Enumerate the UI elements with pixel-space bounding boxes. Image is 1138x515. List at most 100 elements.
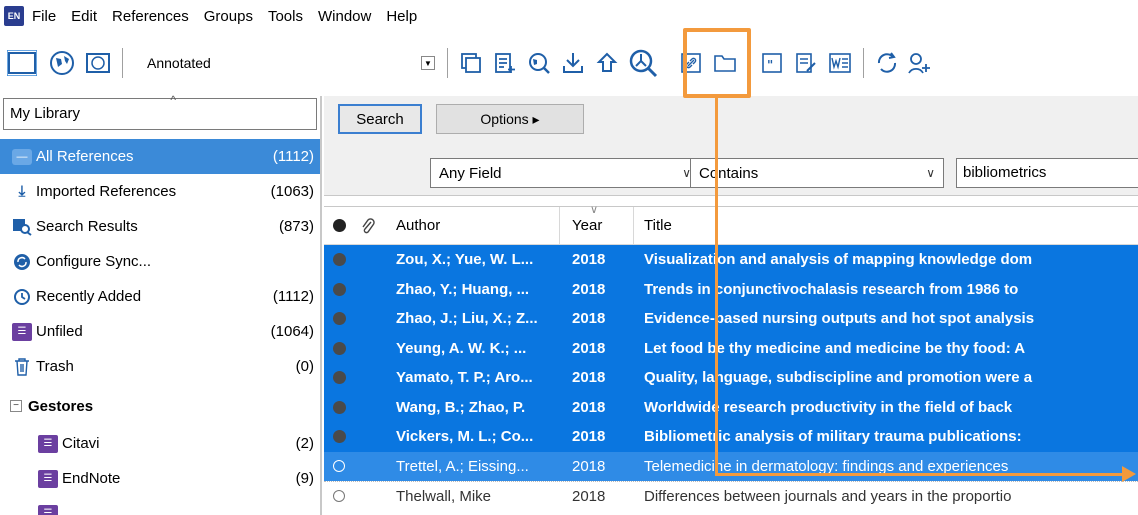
group-name: Search Results bbox=[36, 218, 138, 235]
menu-tools[interactable]: Tools bbox=[268, 8, 303, 25]
row-author: Vickers, M. L.; Co... bbox=[396, 428, 534, 446]
attachment-column-header[interactable] bbox=[354, 217, 382, 235]
search-operator-select[interactable]: Contains ∨ bbox=[690, 158, 944, 188]
author-column-header[interactable]: Author bbox=[382, 206, 560, 245]
collapse-caret-icon[interactable]: ^ bbox=[170, 93, 176, 107]
table-row[interactable]: Zou, X.; Yue, W. L... 2018 Visualization… bbox=[324, 245, 1138, 275]
open-file-icon[interactable] bbox=[708, 47, 742, 79]
import-icon: ⤓ bbox=[18, 183, 26, 200]
open-link-icon[interactable] bbox=[674, 47, 708, 79]
table-row[interactable]: Wang, B.; Zhao, P. 2018 Worldwide resear… bbox=[324, 392, 1138, 422]
sync-icon bbox=[12, 252, 32, 272]
export-icon[interactable] bbox=[590, 47, 624, 79]
menu-references[interactable]: References bbox=[112, 8, 189, 25]
table-row[interactable]: Zhao, J.; Liu, X.; Z... 2018 Evidence-ba… bbox=[324, 304, 1138, 334]
menu-window[interactable]: Window bbox=[318, 8, 371, 25]
group-set-gestores[interactable]: − Gestores bbox=[0, 386, 320, 426]
row-author: Yamato, T. P.; Aro... bbox=[396, 369, 533, 387]
toolbar-separator bbox=[748, 48, 749, 78]
sync-icon[interactable] bbox=[870, 47, 904, 79]
local-library-mode-icon[interactable] bbox=[0, 47, 44, 79]
table-row[interactable]: Yeung, A. W. K.; ... 2018 Let food be th… bbox=[324, 333, 1138, 363]
row-author: Thelwall, Mike bbox=[396, 487, 492, 505]
toolbar-separator bbox=[863, 48, 864, 78]
row-year: 2018 bbox=[572, 398, 606, 416]
table-row[interactable]: Thelwall, Mike 2018 Differences between … bbox=[324, 481, 1138, 511]
options-button[interactable]: Options ▸ bbox=[436, 104, 584, 134]
group-name: Unfiled bbox=[36, 323, 83, 340]
group-icon: ☰ bbox=[38, 504, 58, 515]
read-status-icon bbox=[332, 219, 346, 232]
library-select[interactable]: My Library ^ bbox=[3, 93, 317, 130]
group-all-references[interactable]: — All References (1112) bbox=[0, 139, 320, 174]
group-select-value: Annotated bbox=[147, 55, 211, 71]
row-year: 2018 bbox=[572, 280, 606, 298]
menu-edit[interactable]: Edit bbox=[71, 8, 97, 25]
share-user-icon[interactable] bbox=[904, 47, 934, 79]
toolbar-separator bbox=[447, 48, 448, 78]
insert-citation-icon[interactable]: " bbox=[755, 47, 789, 79]
group-search-results[interactable]: Search Results (873) bbox=[0, 209, 320, 244]
toolbar: Annotated ▼ " bbox=[0, 42, 1138, 84]
group-trash[interactable]: Trash (0) bbox=[0, 349, 320, 384]
search-button[interactable]: Search bbox=[338, 104, 422, 134]
group-endnote[interactable]: ☰ EndNote (9) bbox=[0, 461, 320, 496]
search-field-value: Any Field bbox=[439, 164, 502, 182]
table-row[interactable]: Yamato, T. P.; Aro... 2018 Quality, lang… bbox=[324, 363, 1138, 393]
menu-groups[interactable]: Groups bbox=[204, 8, 253, 25]
search-operator-value: Contains bbox=[699, 164, 759, 182]
svg-text:": " bbox=[767, 58, 773, 72]
table-row[interactable]: Trettel, A.; Eissing... 2018 Telemedicin… bbox=[324, 451, 1138, 481]
dropdown-arrow-icon[interactable]: ▼ bbox=[421, 56, 435, 70]
new-reference-icon[interactable] bbox=[488, 47, 522, 79]
group-count: (2) bbox=[295, 435, 314, 452]
group-icon: ☰ bbox=[38, 434, 58, 453]
group-icon: ☰ bbox=[38, 469, 58, 488]
group-name: All References bbox=[36, 148, 134, 165]
word-icon[interactable] bbox=[823, 47, 857, 79]
year-column-header[interactable]: Year bbox=[560, 203, 634, 245]
group-unfiled[interactable]: ☰ Unfiled (1064) bbox=[0, 314, 320, 349]
group-recently-added[interactable]: Recently Added (1112) bbox=[0, 279, 320, 314]
online-search-mode-icon[interactable] bbox=[44, 47, 80, 79]
online-search-icon[interactable] bbox=[522, 47, 556, 79]
row-year: 2018 bbox=[572, 251, 606, 269]
menu-bar: EN File Edit References Groups Tools Win… bbox=[0, 0, 1138, 32]
library-label: My Library bbox=[10, 105, 81, 122]
menu-file[interactable]: File bbox=[32, 8, 56, 25]
import-icon[interactable] bbox=[556, 47, 590, 79]
group-citavi[interactable]: ☰ Citavi (2) bbox=[0, 426, 320, 461]
group-name: Imported References bbox=[36, 183, 177, 200]
table-row[interactable]: Vickers, M. L.; Co... 2018 Bibliometric … bbox=[324, 422, 1138, 452]
collapse-expander-icon[interactable]: − bbox=[10, 400, 22, 412]
title-column-header[interactable]: Title bbox=[634, 207, 1138, 245]
read-dot-icon bbox=[333, 490, 345, 503]
read-status-column-header[interactable] bbox=[324, 219, 354, 232]
format-bibliography-icon[interactable] bbox=[789, 47, 823, 79]
unread-dot-icon bbox=[332, 341, 346, 355]
group-select[interactable]: Annotated ▼ bbox=[133, 48, 441, 78]
search-term-input[interactable]: bibliometrics bbox=[956, 158, 1138, 188]
group-count: (1063) bbox=[270, 183, 314, 200]
copy-formatted-icon[interactable] bbox=[454, 47, 488, 79]
group-set-name: Gestores bbox=[28, 397, 94, 415]
menu-help[interactable]: Help bbox=[386, 8, 417, 25]
group-list: — All References (1112) ⤓ Imported Refer… bbox=[0, 139, 320, 515]
row-author: Trettel, A.; Eissing... bbox=[396, 457, 529, 475]
endnote-logo: EN bbox=[4, 6, 24, 26]
unread-dot-icon bbox=[332, 371, 346, 385]
row-author: Yeung, A. W. K.; ... bbox=[396, 339, 527, 357]
group-name: Trash bbox=[36, 358, 74, 375]
search-field-select[interactable]: Any Field ∨ bbox=[430, 158, 700, 188]
row-author: Zhao, J.; Liu, X.; Z... bbox=[396, 310, 538, 328]
group-configure-sync[interactable]: Configure Sync... bbox=[0, 244, 320, 279]
read-dot-icon bbox=[333, 460, 345, 473]
search-results-icon bbox=[12, 217, 32, 237]
row-author: Zhao, Y.; Huang, ... bbox=[396, 280, 530, 298]
find-full-text-icon[interactable] bbox=[624, 47, 662, 79]
integrated-library-mode-icon[interactable] bbox=[80, 47, 116, 79]
table-row[interactable]: Zhao, Y.; Huang, ... 2018 Trends in conj… bbox=[324, 274, 1138, 304]
unfiled-icon: ☰ bbox=[12, 322, 32, 341]
group-imported-references[interactable]: ⤓ Imported References (1063) bbox=[0, 174, 320, 209]
group-partial[interactable]: ☰ bbox=[0, 496, 320, 515]
